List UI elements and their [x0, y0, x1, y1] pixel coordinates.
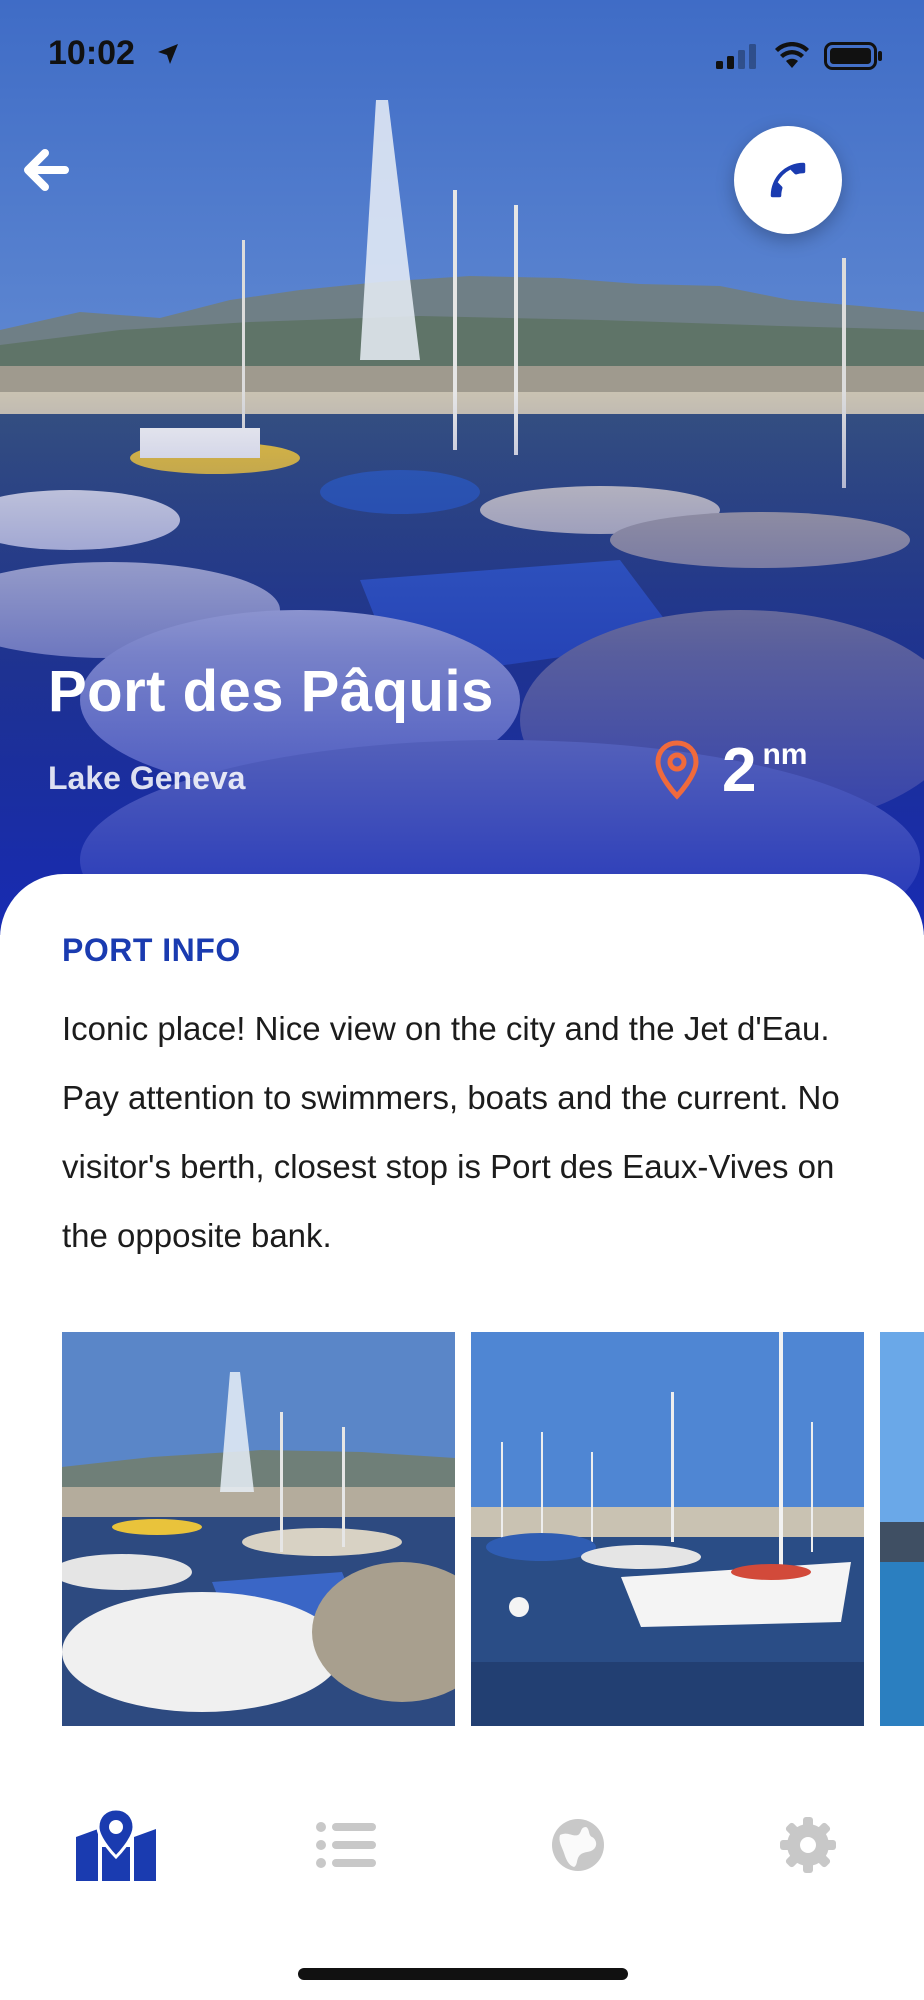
back-button[interactable] — [16, 140, 76, 200]
tab-globe[interactable] — [518, 1780, 638, 1910]
tab-settings[interactable] — [748, 1780, 868, 1910]
status-bar: 10:02 — [0, 0, 924, 110]
status-icons — [716, 42, 884, 70]
phone-icon — [770, 162, 806, 198]
gallery-photo[interactable] — [471, 1332, 864, 1726]
signal-icon — [716, 44, 756, 69]
lake-name: Lake Geneva — [48, 760, 246, 796]
tab-bar — [0, 1780, 924, 1910]
harbor-photo-1 — [62, 1332, 455, 1726]
location-arrow-icon — [158, 44, 178, 64]
port-description: Iconic place! Nice view on the city and … — [62, 1010, 840, 1254]
map-icon — [76, 1807, 156, 1881]
globe-icon — [552, 1819, 604, 1871]
harbor-photo-3 — [880, 1332, 924, 1726]
photo-gallery[interactable] — [62, 1332, 924, 1726]
status-time: 10:02 — [48, 34, 135, 72]
gear-icon — [780, 1817, 836, 1873]
section-heading: PORT INFO — [62, 932, 241, 968]
arrow-left-icon — [24, 149, 69, 191]
hero-image: 10:02 Port des Pâquis Lake Geneva 2 nm — [0, 0, 924, 935]
distance-value: 2 — [722, 736, 757, 805]
wifi-icon — [775, 42, 809, 68]
distance-indicator: 2 nm — [654, 736, 808, 805]
harbor-photo-2 — [471, 1332, 864, 1726]
tab-map[interactable] — [56, 1780, 176, 1910]
gallery-photo[interactable] — [880, 1332, 924, 1726]
call-button[interactable] — [734, 126, 842, 234]
port-name: Port des Pâquis — [48, 659, 494, 724]
distance-unit: nm — [762, 738, 808, 771]
list-icon — [316, 1822, 376, 1868]
map-pin-icon — [655, 740, 699, 800]
gallery-photo[interactable] — [62, 1332, 455, 1726]
battery-icon — [824, 42, 882, 70]
tab-list[interactable] — [286, 1780, 406, 1910]
home-indicator — [298, 1968, 628, 1980]
